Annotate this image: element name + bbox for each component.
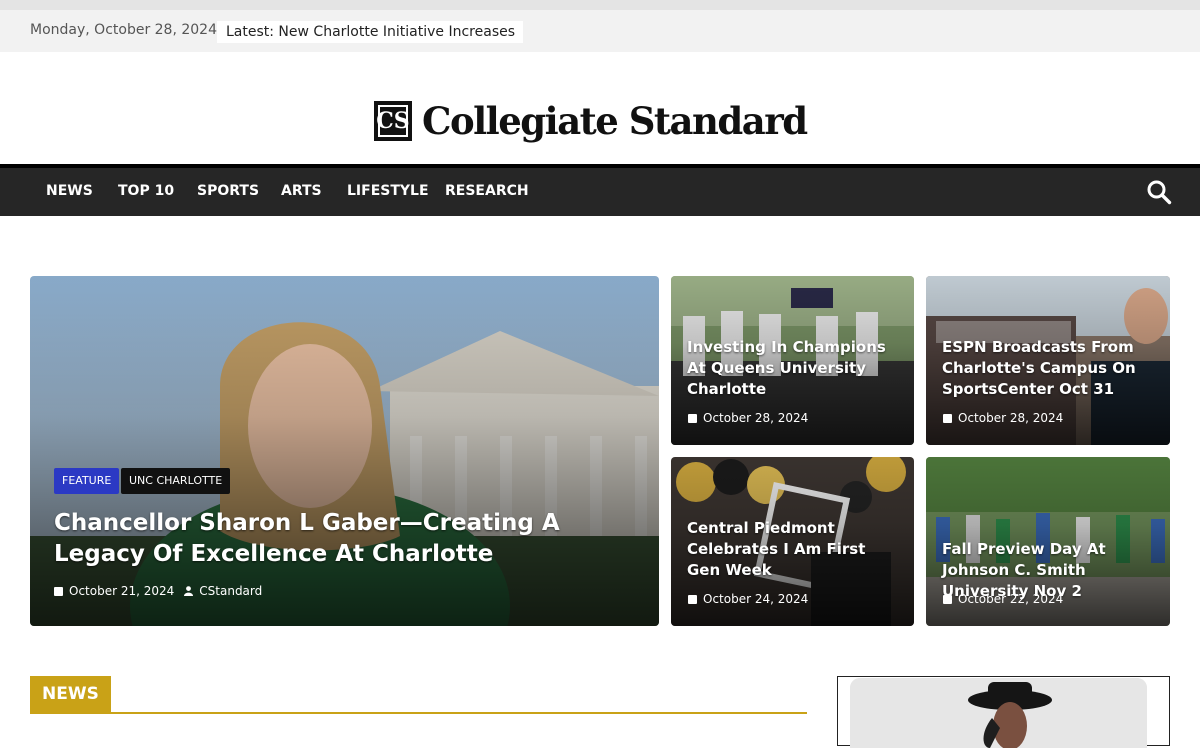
hero-article-card[interactable]: Chancellor Sharon L Gaber—Creating A Leg… <box>30 276 659 626</box>
calendar-icon <box>943 413 952 423</box>
article-meta: October 28, 2024 <box>943 411 1063 425</box>
site-name: Collegiate Standard <box>422 99 808 143</box>
main-nav: NEWS TOP 10 SPORTS ARTS LIFESTYLE RESEAR… <box>0 164 1200 216</box>
calendar-icon <box>688 413 697 423</box>
article-card[interactable]: ESPN Broadcasts From Charlotte's Campus … <box>926 276 1170 445</box>
hero-title[interactable]: Chancellor Sharon L Gaber—Creating A Leg… <box>54 508 644 570</box>
article-meta: October 24, 2024 <box>688 592 808 606</box>
calendar-icon <box>943 594 952 604</box>
top-bar: Monday, October 28, 2024 Latest: New Cha… <box>0 10 1200 52</box>
article-date: October 28, 2024 <box>958 411 1064 425</box>
hero-meta: October 21, 2024 CStandard <box>54 584 262 598</box>
nav-item-top-10[interactable]: TOP 10 <box>118 183 174 199</box>
article-meta: October 22, 2024 <box>943 592 1063 606</box>
article-card[interactable]: Central Piedmont Celebrates I Am First G… <box>671 457 914 626</box>
logo-mark: CS <box>374 101 412 141</box>
user-icon <box>184 586 194 596</box>
current-date: Monday, October 28, 2024 <box>30 22 217 38</box>
news-section-label[interactable]: NEWS <box>30 676 111 712</box>
top-strip <box>0 0 1200 10</box>
article-card[interactable]: Fall Preview Day At Johnson C. Smith Uni… <box>926 457 1170 626</box>
article-title[interactable]: ESPN Broadcasts From Charlotte's Campus … <box>942 337 1157 400</box>
nav-item-research[interactable]: RESEARCH <box>445 183 529 199</box>
nav-item-news[interactable]: NEWS <box>46 183 93 199</box>
calendar-icon <box>688 594 697 604</box>
calendar-icon <box>54 586 63 596</box>
nav-item-arts[interactable]: ARTS <box>281 183 322 199</box>
article-meta: October 28, 2024 <box>688 411 808 425</box>
ad-graphic <box>850 678 1147 748</box>
article-title[interactable]: Central Piedmont Celebrates I Am First G… <box>687 518 902 581</box>
article-date: October 24, 2024 <box>703 592 809 606</box>
badge-unc-charlotte[interactable]: UNC CHARLOTTE <box>121 468 231 494</box>
latest-ticker[interactable]: Latest: New Charlotte Initiative Increas… <box>217 21 523 43</box>
nav-item-lifestyle[interactable]: LIFESTYLE <box>347 183 429 199</box>
article-card[interactable]: Investing In Champions At Queens Univers… <box>671 276 914 445</box>
search-icon[interactable] <box>1146 179 1172 205</box>
hero-date: October 21, 2024 <box>69 584 175 598</box>
site-header: CS Collegiate Standard <box>0 52 1200 164</box>
article-date: October 28, 2024 <box>703 411 809 425</box>
hero-author[interactable]: CStandard <box>199 584 262 598</box>
news-section-header: NEWS <box>30 676 807 714</box>
site-logo[interactable]: CS Collegiate Standard <box>374 99 808 143</box>
article-title[interactable]: Investing In Champions At Queens Univers… <box>687 337 902 400</box>
sidebar-ad[interactable] <box>837 676 1170 748</box>
article-date: October 22, 2024 <box>958 592 1064 606</box>
nav-item-sports[interactable]: SPORTS <box>197 183 259 199</box>
badge-feature[interactable]: FEATURE <box>54 468 120 494</box>
ad-image <box>850 678 1147 748</box>
